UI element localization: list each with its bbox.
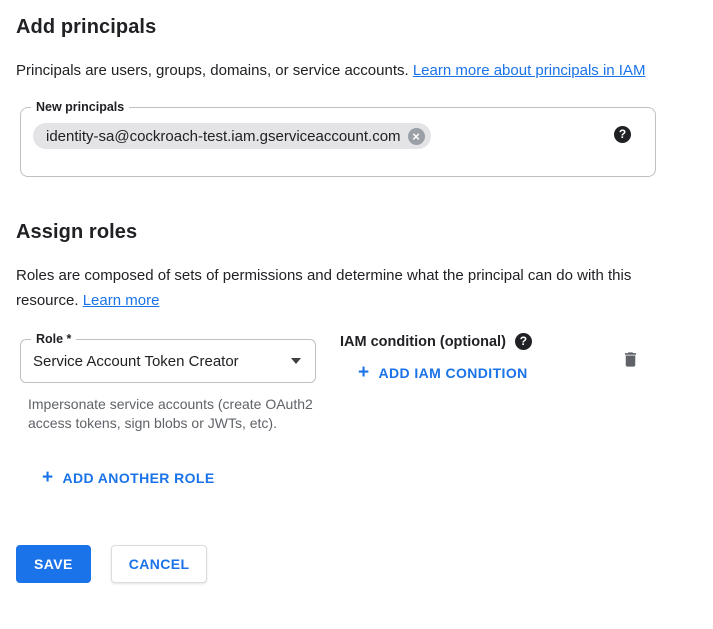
- principals-description-text: Principals are users, groups, domains, o…: [16, 62, 413, 79]
- role-select[interactable]: Role * Service Account Token Creator: [20, 339, 316, 383]
- add-principals-heading: Add principals: [16, 16, 697, 39]
- chip-remove-icon[interactable]: ×: [408, 128, 425, 145]
- iam-condition-label: IAM condition (optional): [340, 334, 506, 350]
- roles-description: Roles are composed of sets of permission…: [16, 263, 664, 313]
- role-selected-value: Service Account Token Creator: [33, 353, 239, 370]
- new-principals-field[interactable]: New principals identity-sa@cockroach-tes…: [20, 107, 656, 177]
- delete-role-button[interactable]: [621, 349, 640, 373]
- principal-chip: identity-sa@cockroach-test.iam.gservicea…: [33, 123, 431, 149]
- delete-role-column: [621, 349, 640, 374]
- role-column: Role * Service Account Token Creator Imp…: [20, 339, 316, 433]
- plus-icon: +: [42, 470, 54, 486]
- add-another-role-button[interactable]: + ADD ANOTHER ROLE: [36, 469, 221, 487]
- dialog-actions: SAVE CANCEL: [16, 545, 697, 583]
- iam-condition-column: IAM condition (optional) ? + ADD IAM CON…: [340, 333, 620, 382]
- assign-roles-heading: Assign roles: [16, 221, 697, 244]
- cancel-button[interactable]: CANCEL: [111, 545, 208, 583]
- chevron-down-icon: [291, 358, 301, 364]
- role-helper-text: Impersonate service accounts (create OAu…: [28, 395, 318, 433]
- iam-condition-help-icon[interactable]: ?: [515, 333, 532, 350]
- new-principals-label: New principals: [31, 99, 129, 115]
- new-principals-help-icon[interactable]: ?: [614, 126, 631, 143]
- add-principals-panel: Add principals Principals are users, gro…: [0, 0, 713, 599]
- trash-icon: [621, 358, 640, 373]
- learn-more-roles-link[interactable]: Learn more: [83, 292, 160, 309]
- principals-description: Principals are users, groups, domains, o…: [16, 58, 664, 83]
- save-button[interactable]: SAVE: [16, 545, 91, 583]
- add-another-role-label: ADD ANOTHER ROLE: [63, 470, 215, 486]
- add-iam-condition-button[interactable]: + ADD IAM CONDITION: [352, 364, 534, 382]
- iam-condition-label-row: IAM condition (optional) ?: [340, 333, 620, 350]
- plus-icon: +: [358, 365, 370, 381]
- role-assignment-row: Role * Service Account Token Creator Imp…: [20, 339, 697, 433]
- add-iam-condition-label: ADD IAM CONDITION: [379, 365, 528, 381]
- role-label: Role *: [31, 331, 76, 347]
- principal-chip-value: identity-sa@cockroach-test.iam.gservicea…: [46, 128, 401, 145]
- learn-more-principals-link[interactable]: Learn more about principals in IAM: [413, 62, 646, 79]
